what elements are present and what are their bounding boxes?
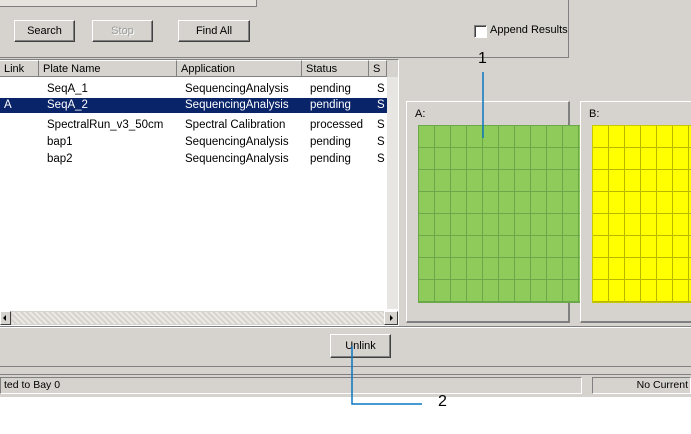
- callout-lines: [351, 72, 484, 405]
- callout-number-2: 2: [438, 393, 447, 410]
- callout-line-2: [351, 346, 422, 405]
- callout-number-1: 1: [478, 50, 487, 67]
